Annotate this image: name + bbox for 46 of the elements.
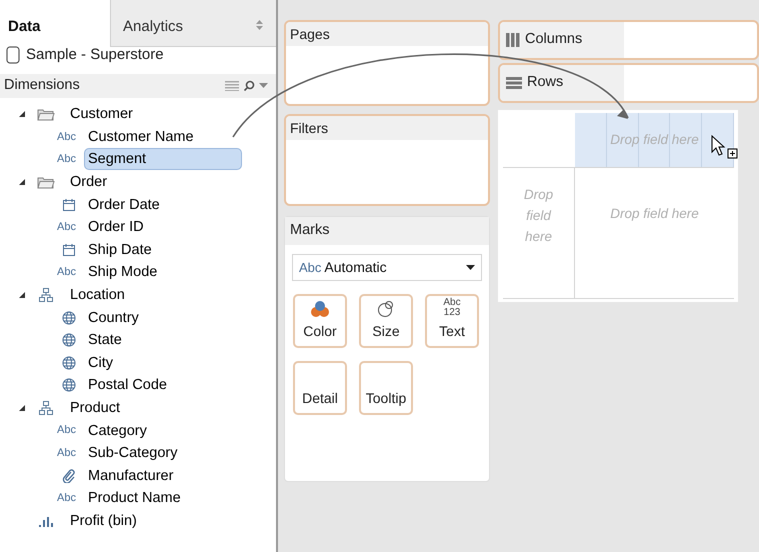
abc-icon: Abc xyxy=(299,258,322,278)
shelf-panel[interactable]: Filters xyxy=(284,114,490,206)
field-item[interactable]: Customer Name xyxy=(84,126,198,148)
mark-card-button[interactable]: Color xyxy=(293,294,347,348)
mark-type-value: Automatic xyxy=(324,258,388,277)
mark-card-button[interactable]: Tooltip xyxy=(359,361,413,415)
shelf-panel[interactable]: Columns xyxy=(498,20,759,60)
shelf-label: Pages xyxy=(290,24,330,44)
text-card-icon: Abc 123 xyxy=(439,298,465,318)
abc-icon: Abc xyxy=(57,264,81,281)
field-item[interactable]: Category xyxy=(84,420,151,442)
field-item[interactable]: State xyxy=(84,329,126,352)
field-item[interactable]: Profit (bin) xyxy=(66,510,141,532)
abc-icon: Abc xyxy=(57,422,81,439)
field-item[interactable]: Country xyxy=(84,306,143,329)
abc-icon: Abc xyxy=(57,444,81,462)
marks-title: Marks xyxy=(290,221,330,240)
field-item[interactable]: Product xyxy=(66,397,124,420)
field-item[interactable]: Ship Mode xyxy=(84,261,162,284)
field-item[interactable]: City xyxy=(84,352,117,374)
field-item[interactable]: Sub-Category xyxy=(84,442,182,464)
shelf-label: Rows xyxy=(527,73,564,92)
field-item[interactable]: Order xyxy=(66,171,112,194)
abc-icon: Abc xyxy=(57,490,81,507)
field-item[interactable]: Customer xyxy=(66,103,137,126)
mark-type-dropdown[interactable]: Abc Automatic xyxy=(292,254,482,281)
shelf-label: Columns xyxy=(525,30,582,50)
field-item[interactable]: Ship Date xyxy=(84,238,156,261)
field-item[interactable]: Product Name xyxy=(84,487,185,510)
field-item[interactable]: Order ID xyxy=(84,216,148,238)
field-item[interactable]: Order Date xyxy=(84,194,164,216)
mark-card-button[interactable]: Detail xyxy=(293,361,347,415)
abc-icon: Abc xyxy=(57,128,81,146)
field-item[interactable]: Manufacturer xyxy=(84,464,178,487)
field-item[interactable]: Location xyxy=(66,284,129,306)
field-item[interactable]: Segment xyxy=(84,148,242,170)
shelf-label: Filters xyxy=(290,118,328,138)
abc-icon: Abc xyxy=(57,151,81,168)
mark-card-button[interactable]: Abc 123 Text xyxy=(425,294,479,348)
shelf-panel[interactable]: Pages xyxy=(284,20,490,106)
section-header: Dimensions xyxy=(4,76,81,96)
abc-icon: Abc xyxy=(57,219,81,236)
shelf-panel[interactable]: Rows xyxy=(498,63,759,103)
field-item[interactable]: Postal Code xyxy=(84,374,171,396)
mark-card-button[interactable]: Size xyxy=(359,294,413,348)
sidebar-tab[interactable]: Analytics xyxy=(110,0,276,47)
